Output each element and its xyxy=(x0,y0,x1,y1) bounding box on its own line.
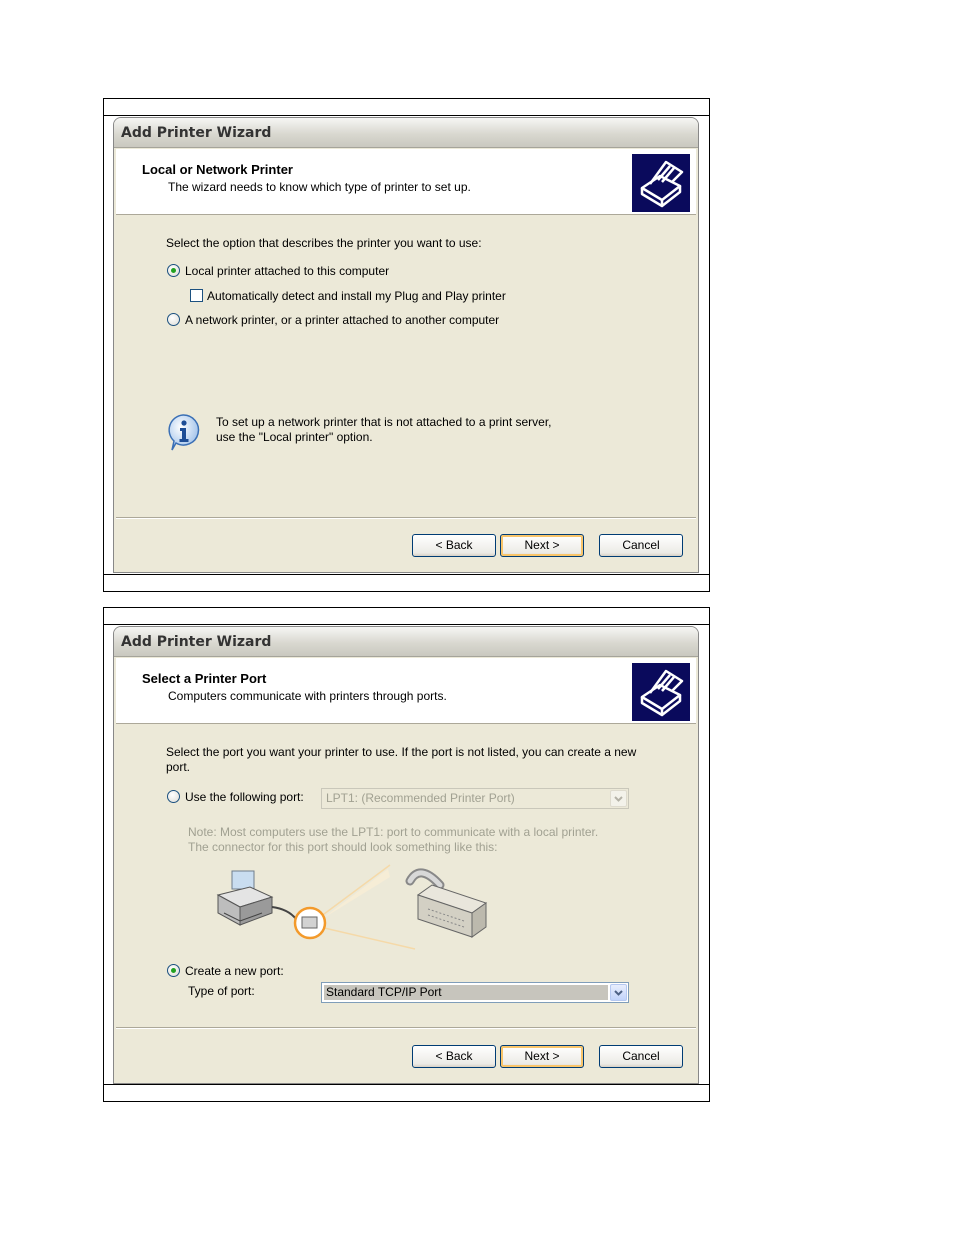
info-text-line2: use the "Local printer" option. xyxy=(216,430,373,444)
chevron-down-icon[interactable] xyxy=(610,790,627,807)
autodetect-checkbox[interactable] xyxy=(190,289,203,302)
create-port-label[interactable]: Create a new port: xyxy=(185,964,284,978)
next-button[interactable]: Next > xyxy=(500,1045,584,1068)
option-prompt: Select the option that describes the pri… xyxy=(166,236,482,250)
info-text-line1: To set up a network printer that is not … xyxy=(216,415,552,429)
type-of-port-label: Type of port: xyxy=(188,984,255,998)
port-select[interactable]: LPT1: (Recommended Printer Port) xyxy=(321,788,629,809)
page-subtitle: Computers communicate with printers thro… xyxy=(168,689,447,703)
use-port-radio[interactable] xyxy=(167,790,180,803)
printer-cable-connector-illustration xyxy=(210,855,500,953)
local-printer-radio[interactable] xyxy=(167,264,180,277)
use-port-label[interactable]: Use the following port: xyxy=(185,790,304,804)
add-printer-wizard-dialog: Add Printer Wizard Local or Network Prin… xyxy=(113,117,699,573)
cancel-button[interactable]: Cancel xyxy=(599,1045,683,1068)
wizard-header: Select a Printer Port Computers communic… xyxy=(116,658,696,724)
printer-wizard-icon xyxy=(632,154,690,212)
network-printer-radio[interactable] xyxy=(167,313,180,326)
port-select-value: LPT1: (Recommended Printer Port) xyxy=(326,791,515,805)
screenshot-frame-1: Add Printer Wizard Local or Network Prin… xyxy=(103,98,710,592)
wizard-header: Local or Network Printer The wizard need… xyxy=(116,149,696,215)
create-port-radio[interactable] xyxy=(167,964,180,977)
info-icon xyxy=(164,412,204,452)
autodetect-label[interactable]: Automatically detect and install my Plug… xyxy=(207,289,506,303)
page-title: Select a Printer Port xyxy=(142,671,267,686)
back-button[interactable]: < Back xyxy=(412,534,496,557)
printer-wizard-icon xyxy=(632,663,690,721)
local-printer-label[interactable]: Local printer attached to this computer xyxy=(185,264,389,278)
chevron-down-icon[interactable] xyxy=(610,984,627,1001)
page-subtitle: The wizard needs to know which type of p… xyxy=(168,180,471,194)
footer-divider xyxy=(116,1027,696,1029)
window-title: Add Printer Wizard xyxy=(114,118,698,148)
note-line2: The connector for this port should look … xyxy=(188,840,498,854)
port-prompt: Select the port you want your printer to… xyxy=(166,745,637,774)
port-type-select[interactable]: Standard TCP/IP Port xyxy=(321,982,629,1003)
next-button[interactable]: Next > xyxy=(500,534,584,557)
back-button[interactable]: < Back xyxy=(412,1045,496,1068)
window-title: Add Printer Wizard xyxy=(114,627,698,657)
note-line1: Note: Most computers use the LPT1: port … xyxy=(188,825,599,839)
page-title: Local or Network Printer xyxy=(142,162,293,177)
port-type-select-value: Standard TCP/IP Port xyxy=(324,985,608,1000)
cancel-button[interactable]: Cancel xyxy=(599,534,683,557)
network-printer-label[interactable]: A network printer, or a printer attached… xyxy=(185,313,499,327)
footer-divider xyxy=(116,517,696,519)
screenshot-frame-2: Add Printer Wizard Select a Printer Port… xyxy=(103,607,710,1102)
add-printer-wizard-dialog: Add Printer Wizard Select a Printer Port… xyxy=(113,626,699,1084)
